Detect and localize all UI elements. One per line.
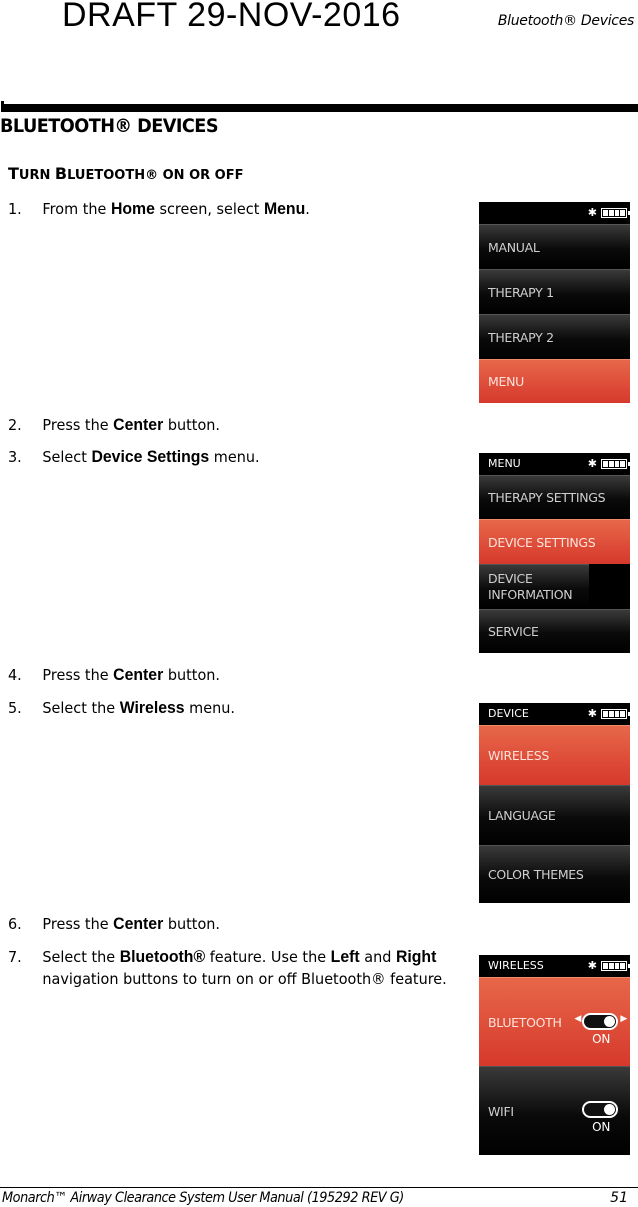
step-number: 3. xyxy=(8,448,22,466)
screen-title: DEVICE xyxy=(488,707,529,720)
subtitle-part: URN xyxy=(18,168,55,183)
step-number: 5. xyxy=(8,699,22,717)
step-text: Select the Wireless menu. xyxy=(42,697,456,719)
bluetooth-icon: ✱ xyxy=(587,959,597,972)
header-rule xyxy=(1,101,638,112)
menu-item-wireless[interactable]: WIRELESS xyxy=(479,725,630,785)
footer-rule xyxy=(0,1187,638,1188)
step-text: Press the Center button. xyxy=(42,414,456,436)
bluetooth-icon: ✱ xyxy=(587,457,597,470)
bluetooth-toggle[interactable] xyxy=(582,1013,618,1030)
step-text: Select the Bluetooth® feature. Use the L… xyxy=(42,946,447,990)
arrow-left-icon: ◀ xyxy=(574,1014,581,1024)
page-number: 51 xyxy=(610,1190,628,1206)
draft-stamp: DRAFT 29-NOV-2016 xyxy=(62,0,401,34)
subtitle-part: T xyxy=(8,164,19,183)
section-title: BLUETOOTH® DEVICES xyxy=(0,115,219,137)
setting-label: WIFI xyxy=(488,1103,514,1119)
text: button. xyxy=(163,915,220,933)
section-subtitle: TURN BLUETOOTH® ON OR OFF xyxy=(8,164,243,183)
text: navigation buttons to turn on or off Blu… xyxy=(42,970,447,988)
device-screen-wireless: WIRELESS ✱ BLUETOOTH ◀ ▶ ON WIFI ON xyxy=(479,955,630,1155)
arrow-right-icon: ▶ xyxy=(620,1014,627,1024)
text: menu. xyxy=(209,448,260,466)
device-screen-device: DEVICE ✱ WIRELESS LANGUAGE COLOR THEMES xyxy=(479,703,630,903)
keyword-center: Center xyxy=(113,665,164,684)
text: Press the xyxy=(42,666,114,684)
text: screen, select xyxy=(154,200,264,218)
device-screen-home: ✱ MANUAL THERAPY 1 THERAPY 2 MENU xyxy=(479,202,630,403)
menu-item-device-settings[interactable]: DEVICE SETTINGS xyxy=(479,519,630,564)
setting-row-bluetooth[interactable]: BLUETOOTH ◀ ▶ ON xyxy=(479,977,630,1066)
text: Press the xyxy=(42,416,114,434)
subtitle-part: LUETOOTH® ON OR OFF xyxy=(67,168,244,183)
subtitle-part: B xyxy=(54,164,68,183)
step-number: 4. xyxy=(8,666,22,684)
menu-item-therapy-1[interactable]: THERAPY 1 xyxy=(479,269,630,314)
text: feature. Use the xyxy=(205,948,331,966)
text: menu. xyxy=(184,699,235,717)
text: Select the xyxy=(42,948,120,966)
bluetooth-icon: ✱ xyxy=(587,206,597,219)
keyword-center: Center xyxy=(113,415,164,434)
text: Select xyxy=(42,448,92,466)
device-screen-menu: MENU ✱ THERAPY SETTINGS DEVICE SETTINGS … xyxy=(479,453,630,653)
battery-icon xyxy=(601,709,630,719)
screen-title: MENU xyxy=(488,457,521,470)
keyword-home: Home xyxy=(110,199,155,218)
step-number: 2. xyxy=(8,416,22,434)
status-bar: ✱ xyxy=(479,202,630,224)
toggle-state: ON xyxy=(592,1032,610,1046)
menu-item-language[interactable]: LANGUAGE xyxy=(479,785,630,845)
battery-icon xyxy=(601,459,630,469)
keyword-center: Center xyxy=(113,914,164,933)
menu-item-color-themes[interactable]: COLOR THEMES xyxy=(479,845,630,903)
status-bar: MENU ✱ xyxy=(479,453,630,475)
keyword-menu: Menu xyxy=(263,199,306,218)
battery-icon xyxy=(601,208,630,218)
setting-label: BLUETOOTH xyxy=(488,1014,562,1030)
step-text: Press the Center button. xyxy=(42,913,456,935)
keyword-right: Right xyxy=(395,947,437,966)
text: . xyxy=(305,200,310,218)
wifi-toggle[interactable] xyxy=(582,1101,618,1118)
keyword-bluetooth: Bluetooth® xyxy=(119,947,206,966)
toggle-state: ON xyxy=(592,1120,610,1134)
running-head: Bluetooth® Devices xyxy=(497,13,634,29)
text: button. xyxy=(163,666,220,684)
text: button. xyxy=(163,416,220,434)
battery-icon xyxy=(601,961,630,971)
menu-item-service[interactable]: SERVICE xyxy=(479,609,630,653)
step-number: 6. xyxy=(8,915,22,933)
menu-item-therapy-2[interactable]: THERAPY 2 xyxy=(479,314,630,359)
bluetooth-icon: ✱ xyxy=(587,707,597,720)
keyword-left: Left xyxy=(330,947,360,966)
step-text: From the Home screen, select Menu. xyxy=(42,198,456,220)
status-bar: WIRELESS ✱ xyxy=(479,955,630,977)
step-text: Press the Center button. xyxy=(42,664,456,686)
text: Press the xyxy=(42,915,114,933)
text: and xyxy=(359,948,396,966)
text: From the xyxy=(42,200,111,218)
footer-manual-title: Monarch™ Airway Clearance System User Ma… xyxy=(2,1190,404,1206)
step-number: 1. xyxy=(8,200,22,218)
screen-title: WIRELESS xyxy=(488,959,544,972)
step-text: Select Device Settings menu. xyxy=(42,446,456,468)
status-bar: DEVICE ✱ xyxy=(479,703,630,725)
menu-item-menu[interactable]: MENU xyxy=(479,359,630,403)
text: Select the xyxy=(42,699,120,717)
menu-item-manual[interactable]: MANUAL xyxy=(479,224,630,269)
menu-item-device-information[interactable]: DEVICE INFORMATION xyxy=(479,564,589,609)
menu-item-therapy-settings[interactable]: THERAPY SETTINGS xyxy=(479,475,630,519)
keyword-wireless: Wireless xyxy=(119,698,185,717)
setting-row-wifi[interactable]: WIFI ON xyxy=(479,1066,630,1155)
step-number: 7. xyxy=(8,948,22,966)
keyword-device-settings: Device Settings xyxy=(91,447,210,466)
